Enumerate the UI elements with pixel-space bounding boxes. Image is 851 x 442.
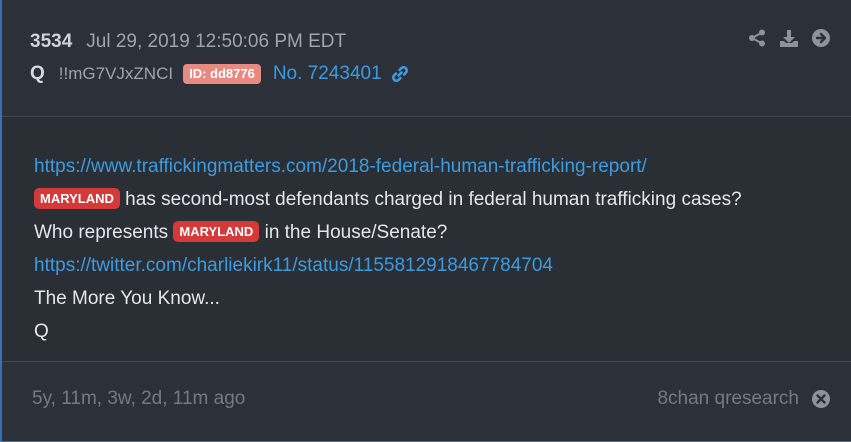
arrow-right-circle-icon[interactable]	[811, 28, 831, 48]
body-link-2[interactable]: https://twitter.com/charliekirk11/status…	[34, 255, 553, 276]
post-footer: 5y, 11m, 3w, 2d, 11m ago 8chan qresearch	[2, 361, 851, 441]
author-name: Q	[30, 63, 45, 84]
post-number-link[interactable]: No. 7243401	[273, 63, 382, 85]
maryland-tag: MARYLAND	[173, 221, 260, 242]
body-text-line-5: The More You Know...	[34, 288, 220, 309]
relative-time: 5y, 11m, 3w, 2d, 11m ago	[32, 388, 246, 409]
post-meta-row: 3534 Jul 29, 2019 12:50:06 PM EDT	[30, 30, 346, 54]
author-row: Q !!mG7VJxZNCI ID: dd8776 No. 7243401	[30, 62, 410, 86]
body-text-line-3-end: in the House/Senate?	[259, 222, 448, 243]
id-badge: ID: dd8776	[183, 64, 261, 84]
body-signature: Q	[34, 321, 49, 342]
link-icon[interactable]	[390, 64, 410, 84]
post-number: 3534	[30, 31, 73, 52]
body-text-line-2: has second-most defendants charged in fe…	[119, 189, 742, 210]
post-card: 3534 Jul 29, 2019 12:50:06 PM EDT Q !!mG…	[0, 0, 851, 442]
download-icon[interactable]	[779, 28, 799, 48]
board-source: 8chan qresearch	[657, 388, 799, 409]
body-text-line-3-start: Who represents	[34, 222, 174, 243]
post-body: https://www.traffickingmatters.com/2018-…	[34, 150, 834, 348]
post-date: Jul 29, 2019 12:50:06 PM EDT	[86, 31, 347, 52]
body-link-1[interactable]: https://www.traffickingmatters.com/2018-…	[34, 156, 647, 177]
maryland-tag: MARYLAND	[34, 188, 120, 209]
close-circle-icon[interactable]	[811, 389, 831, 409]
share-icon[interactable]	[747, 28, 767, 48]
tripcode: !!mG7VJxZNCI	[58, 64, 174, 83]
post-actions	[747, 28, 831, 48]
post-header: 3534 Jul 29, 2019 12:50:06 PM EDT Q !!mG…	[2, 0, 851, 117]
